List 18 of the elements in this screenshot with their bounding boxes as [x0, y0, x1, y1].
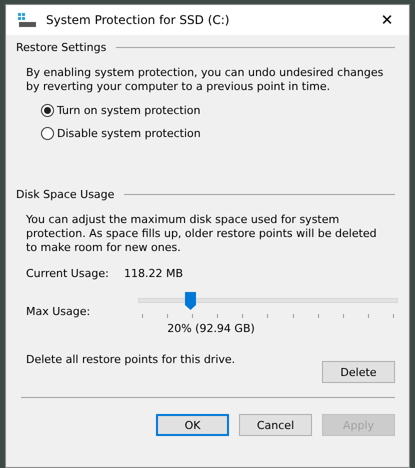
field-label: Current Usage: — [26, 267, 110, 280]
group-heading: Restore Settings — [16, 41, 106, 54]
description-text: You can adjust the maximum disk space used for system protection. As space fills up, older restore points will be deleted to make room for new ones. — [26, 213, 378, 255]
slider-thumb[interactable] — [185, 292, 196, 310]
window-title: System Protection for SSD (C:) — [46, 13, 230, 27]
dialog-button[interactable]: OK — [156, 414, 229, 436]
description-text: By enabling system protection, you can undo undesired changes by reverting your computer to a previous point in time. — [26, 66, 384, 94]
dialog-button[interactable]: Cancel — [239, 414, 312, 436]
field-label: Max Usage: — [26, 304, 92, 318]
usage-reading: 20% (92.94 GB) — [166, 322, 256, 335]
drive-icon — [18, 13, 36, 27]
group-heading: Disk Space Usage — [16, 188, 114, 201]
radio-option[interactable]: Disable system protection — [41, 127, 399, 140]
delete-button[interactable]: Delete — [322, 361, 395, 383]
usage-value: 118.22 MB — [124, 267, 184, 280]
delete-text: Delete all restore points for this drive. — [26, 353, 236, 366]
close-button[interactable]: ✕ — [365, 5, 409, 35]
radio-option[interactable]: Turn on system protection — [41, 104, 399, 117]
